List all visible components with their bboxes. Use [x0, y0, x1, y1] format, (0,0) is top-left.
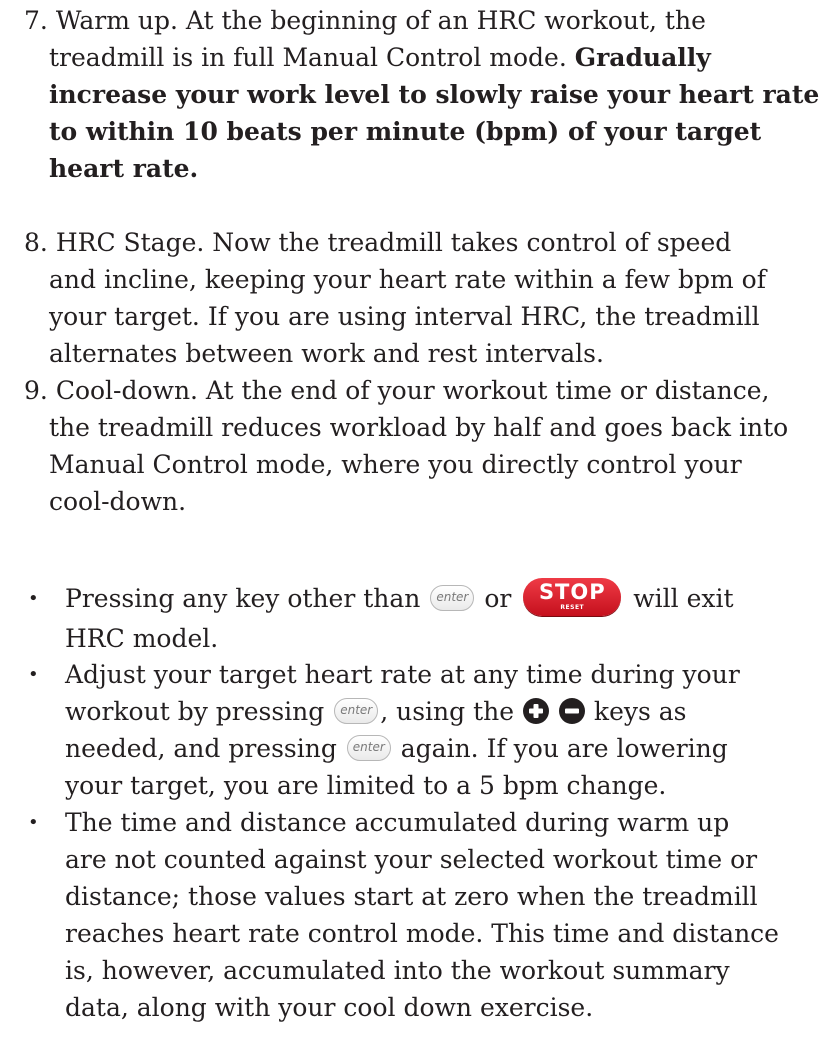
step-7-line-2: treadmill is in full Manual Control mode…: [24, 39, 814, 76]
stop-reset-key-icon: STOP RESET: [523, 577, 622, 616]
bullet-2-line-4: your target, you are limited to a 5 bpm …: [65, 771, 667, 800]
step-9-number: 9.: [24, 376, 48, 405]
step-9-line-4: cool-down.: [49, 487, 187, 516]
step-7-bold-5: heart rate.: [49, 154, 199, 183]
bullet-2: • Adjust your target heart rate at any t…: [24, 656, 814, 804]
bullet-3-line-5: is, however, accumulated into the workou…: [65, 956, 730, 985]
step-7-line-5: heart rate.: [24, 150, 814, 187]
minus-key-icon: [558, 697, 585, 724]
step-8-number: 8.: [24, 228, 48, 257]
enter-key-icon: enter: [334, 697, 379, 724]
bullet-1-text-3: will exit: [633, 584, 734, 613]
bullet-2-text-3a: needed, and pressing: [65, 734, 337, 763]
bullet-3-line-4: reaches heart rate control mode. This ti…: [65, 919, 779, 948]
bullet-1: • Pressing any key other than enter or S…: [24, 577, 814, 657]
step-9-line-2: the treadmill reduces workload by half a…: [49, 413, 789, 442]
bullet-1-dot: •: [28, 588, 39, 609]
step-7-text-2: treadmill is in full Manual Control mode…: [49, 43, 567, 72]
stop-key-label: STOP: [538, 579, 606, 604]
step-7-line-3: increase your work level to slowly raise…: [24, 76, 819, 113]
bullet-1-text-2: or: [484, 584, 512, 613]
bullet-2-line-2: workout by pressing enter, using the key…: [24, 693, 814, 730]
bullet-3-line-1: The time and distance accumulated during…: [65, 808, 730, 837]
bullet-3: • The time and distance accumulated duri…: [24, 804, 814, 1026]
step-8: 8. HRC Stage. Now the treadmill takes co…: [24, 224, 814, 372]
step-7: 7. Warm up. At the beginning of an HRC w…: [24, 2, 819, 187]
step-9-line-3: Manual Control mode, where you directly …: [49, 450, 742, 479]
enter-key-icon: enter: [346, 734, 391, 761]
step-7-text-1: Warm up. At the beginning of an HRC work…: [55, 6, 706, 35]
step-7-line-4: to within 10 beats per minute (bpm) of y…: [24, 113, 814, 150]
enter-key-icon: enter: [430, 584, 475, 611]
step-9: 9. Cool-down. At the end of your workout…: [24, 372, 814, 520]
bullet-3-line-2: are not counted against your selected wo…: [65, 845, 758, 874]
step-8-line-3: your target. If you are using interval H…: [49, 302, 760, 331]
reset-key-label: RESET: [560, 603, 585, 611]
step-8-line-2: and incline, keeping your heart rate wit…: [49, 265, 766, 294]
step-7-bold-4: to within 10 beats per minute (bpm) of y…: [49, 117, 762, 146]
step-7-number: 7.: [24, 6, 48, 35]
bullet-2-text-2a: workout by pressing: [65, 697, 325, 726]
step-9-text-1: Cool-down. At the end of your workout ti…: [55, 376, 770, 405]
bullet-2-line-3: needed, and pressing enter again. If you…: [24, 730, 814, 767]
bullet-2-dot: •: [28, 664, 39, 685]
step-7-line-1: 7. Warm up. At the beginning of an HRC w…: [24, 2, 814, 39]
bullet-2-text-3b: again. If you are lowering: [400, 734, 728, 763]
step-9-line-1: 9. Cool-down. At the end of your workout…: [24, 372, 814, 409]
bullet-2-text-2c: keys as: [593, 697, 687, 726]
bullet-1-line-1: Pressing any key other than enter or STO…: [24, 577, 814, 620]
plus-key-icon: [523, 697, 550, 724]
step-8-text-1: HRC Stage. Now the treadmill takes contr…: [55, 228, 732, 257]
step-8-line-4: alternates between work and rest interva…: [49, 339, 604, 368]
bullet-3-line-6: data, along with your cool down exercise…: [65, 993, 594, 1022]
step-8-line-1: 8. HRC Stage. Now the treadmill takes co…: [24, 224, 814, 261]
bullet-1-line-2: HRC model.: [65, 623, 219, 653]
bullet-2-text-2b: , using the: [380, 697, 515, 726]
manual-page: 7. Warm up. At the beginning of an HRC w…: [0, 0, 823, 1040]
bullet-3-dot: •: [28, 812, 39, 833]
step-7-bold-3: increase your work level to slowly raise…: [49, 80, 820, 109]
bullet-1-text-1: Pressing any key other than: [65, 584, 421, 613]
bullet-2-line-1: Adjust your target heart rate at any tim…: [65, 660, 740, 689]
step-7-bold-2: Gradually: [574, 43, 711, 72]
bullet-3-line-3: distance; those values start at zero whe…: [65, 882, 758, 911]
